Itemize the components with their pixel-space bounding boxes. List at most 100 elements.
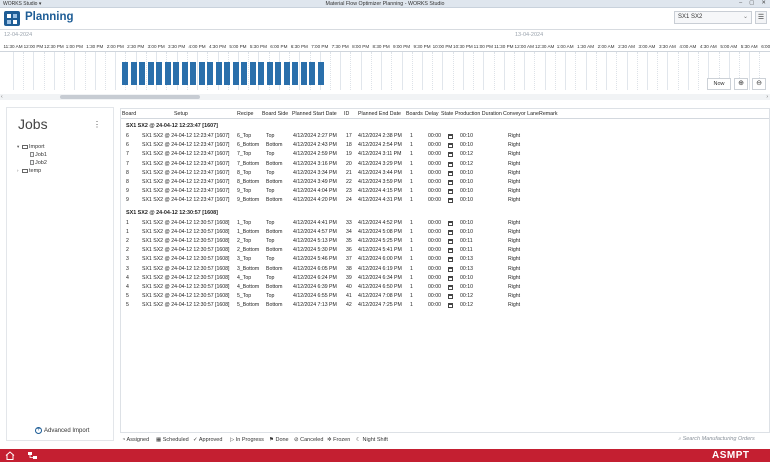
column-header[interactable]: Conveyor Lane bbox=[503, 111, 539, 117]
now-button[interactable]: Now bbox=[707, 78, 731, 90]
filter-settings-button[interactable]: ☰ bbox=[755, 11, 767, 24]
table-row[interactable]: 2 SX1 SX2 @ 24-04-12 12:30:57 [1608] 2_Bot… bbox=[121, 246, 769, 255]
scroll-right-icon[interactable]: › bbox=[766, 94, 768, 100]
gantt-order-bar[interactable] bbox=[232, 62, 239, 85]
gantt-order-bar[interactable] bbox=[207, 62, 213, 85]
timeline-gridline bbox=[585, 52, 587, 90]
column-header[interactable]: Setup bbox=[174, 111, 188, 117]
gantt-order-bar[interactable] bbox=[292, 62, 298, 85]
table-cell: 17 bbox=[346, 133, 352, 139]
advanced-import-button[interactable]: + Advanced Import bbox=[35, 427, 89, 434]
table-row[interactable]: 7 SX1 SX2 @ 24-04-12 12:23:47 [1607] 7_Top… bbox=[121, 150, 769, 159]
legend-label: Canceled bbox=[300, 437, 324, 443]
timeline-hour-label: 10:00 PM bbox=[432, 44, 453, 49]
gantt-order-bar[interactable] bbox=[300, 62, 307, 85]
timeline-scrollbar[interactable]: ‹ › bbox=[0, 94, 770, 100]
column-header[interactable]: State bbox=[441, 111, 453, 117]
gantt-order-bar[interactable] bbox=[266, 62, 273, 85]
network-icon[interactable] bbox=[27, 451, 38, 460]
gantt-order-bar[interactable] bbox=[275, 62, 281, 85]
table-row[interactable]: 9 SX1 SX2 @ 24-04-12 12:23:47 [1607] 9_Bot… bbox=[121, 196, 769, 205]
zoom-in-icon[interactable]: ⊕ bbox=[734, 78, 748, 90]
calendar-icon bbox=[448, 229, 453, 235]
group-header[interactable]: SX1 SX2 @ 24-04-12 12:23:47 [1607] bbox=[126, 123, 218, 129]
table-row[interactable]: 4 SX1 SX2 @ 24-04-12 12:30:57 [1608] 4_Bot… bbox=[121, 283, 769, 292]
table-row[interactable]: 1 SX1 SX2 @ 24-04-12 12:30:57 [1608] 1_Top… bbox=[121, 219, 769, 228]
table-cell: 7 bbox=[126, 160, 129, 167]
gantt-order-bar[interactable] bbox=[156, 62, 162, 85]
gantt-order-bar[interactable] bbox=[139, 62, 145, 85]
gantt-order-bar[interactable] bbox=[215, 62, 222, 85]
tree-item[interactable]: ▾ Import bbox=[17, 143, 47, 151]
column-header[interactable]: Recipe bbox=[237, 111, 254, 117]
line-select[interactable]: SX1 SX2 ⌄ bbox=[674, 11, 752, 24]
legend-item: ⊘ Canceled bbox=[294, 437, 323, 443]
column-header[interactable]: ID bbox=[344, 111, 349, 117]
timeline-hour-label: 11:00 PM bbox=[473, 44, 494, 49]
table-cell: 4/12/2024 6:24 PM bbox=[293, 274, 337, 281]
column-header[interactable]: Board bbox=[122, 111, 136, 117]
group-header[interactable]: SX1 SX2 @ 24-04-12 12:30:57 [1608] bbox=[126, 210, 218, 216]
table-row[interactable]: 6 SX1 SX2 @ 24-04-12 12:23:47 [1607] 6_Top… bbox=[121, 132, 769, 141]
minimize-icon[interactable]: – bbox=[739, 0, 742, 8]
column-header[interactable]: Planned Start Date bbox=[292, 111, 337, 117]
table-row[interactable]: 9 SX1 SX2 @ 24-04-12 12:23:47 [1607] 9_Top… bbox=[121, 187, 769, 196]
table-cell: Bottom bbox=[266, 247, 283, 254]
tree-item[interactable]: Job2 bbox=[17, 159, 47, 167]
gantt-order-bar[interactable] bbox=[317, 62, 324, 85]
column-header[interactable]: Planned End Date bbox=[358, 111, 401, 117]
gantt-order-bar[interactable] bbox=[258, 62, 264, 85]
tree-item[interactable]: › temp bbox=[17, 167, 47, 175]
table-row[interactable]: 8 SX1 SX2 @ 24-04-12 12:23:47 [1607] 8_Bot… bbox=[121, 178, 769, 187]
table-row[interactable]: 4 SX1 SX2 @ 24-04-12 12:30:57 [1608] 4_Top… bbox=[121, 274, 769, 283]
table-cell: 00:13 bbox=[460, 256, 473, 263]
gantt-order-bar[interactable] bbox=[181, 62, 188, 85]
calendar-icon bbox=[448, 220, 453, 226]
timeline-scroll-thumb[interactable] bbox=[60, 95, 200, 99]
scroll-left-icon[interactable]: ‹ bbox=[1, 94, 3, 100]
gantt-order-bar[interactable] bbox=[122, 62, 128, 85]
table-row[interactable]: 2 SX1 SX2 @ 24-04-12 12:30:57 [1608] 2_Top… bbox=[121, 237, 769, 246]
orders-table[interactable]: Board Setup Recipe Board Side Planned Start … bbox=[120, 108, 770, 433]
table-row[interactable]: 6 SX1 SX2 @ 24-04-12 12:23:47 [1607] 6_Bot… bbox=[121, 141, 769, 150]
table-row[interactable]: 5 SX1 SX2 @ 24-04-12 12:30:57 [1608] 5_Top… bbox=[121, 292, 769, 301]
gantt-order-bar[interactable] bbox=[164, 62, 171, 85]
maximize-icon[interactable]: ▢ bbox=[749, 0, 754, 8]
table-row[interactable]: 8 SX1 SX2 @ 24-04-12 12:23:47 [1607] 8_Top… bbox=[121, 169, 769, 178]
column-header[interactable]: Board Side bbox=[262, 111, 288, 117]
gantt-order-bar[interactable] bbox=[173, 62, 179, 85]
gantt-timeline[interactable]: 12-04-2024 13-04-2024 11:30 AM 12:00 PM 12… bbox=[0, 29, 770, 100]
gantt-order-bar[interactable] bbox=[147, 62, 154, 85]
close-icon[interactable]: ✕ bbox=[761, 0, 766, 8]
gantt-order-bar[interactable] bbox=[309, 62, 315, 85]
gantt-order-bar[interactable] bbox=[198, 62, 205, 85]
gantt-order-bar[interactable] bbox=[241, 62, 247, 85]
gantt-order-bar[interactable] bbox=[190, 62, 196, 85]
jobs-panel: Jobs ⋮ ▾ Import Job1 Job2 › temp + Advanced Im… bbox=[6, 107, 114, 441]
table-row[interactable]: 1 SX1 SX2 @ 24-04-12 12:30:57 [1608] 1_Bot… bbox=[121, 228, 769, 237]
table-cell: 4/12/2024 5:08 PM bbox=[358, 228, 402, 235]
table-row[interactable]: 5 SX1 SX2 @ 24-04-12 12:30:57 [1608] 5_Bot… bbox=[121, 301, 769, 310]
search-orders-input[interactable]: ⌕ Search Manufacturing Orders bbox=[678, 436, 755, 443]
column-header[interactable]: Remark bbox=[539, 111, 558, 117]
column-header[interactable]: Boards bbox=[406, 111, 423, 117]
table-cell: 1 bbox=[410, 197, 413, 204]
home-icon[interactable] bbox=[5, 451, 15, 460]
table-cell: 00:12 bbox=[460, 293, 473, 300]
table-row[interactable]: 3 SX1 SX2 @ 24-04-12 12:30:57 [1608] 3_Top… bbox=[121, 255, 769, 264]
gantt-order-bar[interactable] bbox=[130, 62, 137, 85]
zoom-out-icon[interactable]: ⊖ bbox=[752, 78, 766, 90]
table-cell: 3_Bottom bbox=[237, 265, 260, 272]
more-options-icon[interactable]: ⋮ bbox=[93, 120, 101, 129]
column-header[interactable]: Delay bbox=[425, 111, 439, 117]
timeline-hour-label: 10:30 PM bbox=[453, 44, 473, 49]
table-row[interactable]: 7 SX1 SX2 @ 24-04-12 12:23:47 [1607] 7_Bot… bbox=[121, 160, 769, 169]
tree-item[interactable]: Job1 bbox=[17, 151, 47, 159]
gantt-order-bar[interactable] bbox=[249, 62, 256, 85]
timeline-gridline-minor bbox=[64, 52, 66, 90]
gantt-order-bar[interactable] bbox=[283, 62, 290, 85]
table-cell: Right bbox=[508, 238, 521, 244]
column-header[interactable]: Production Duration bbox=[455, 111, 502, 117]
gantt-order-bar[interactable] bbox=[224, 62, 230, 85]
table-row[interactable]: 3 SX1 SX2 @ 24-04-12 12:30:57 [1608] 3_Bot… bbox=[121, 265, 769, 274]
